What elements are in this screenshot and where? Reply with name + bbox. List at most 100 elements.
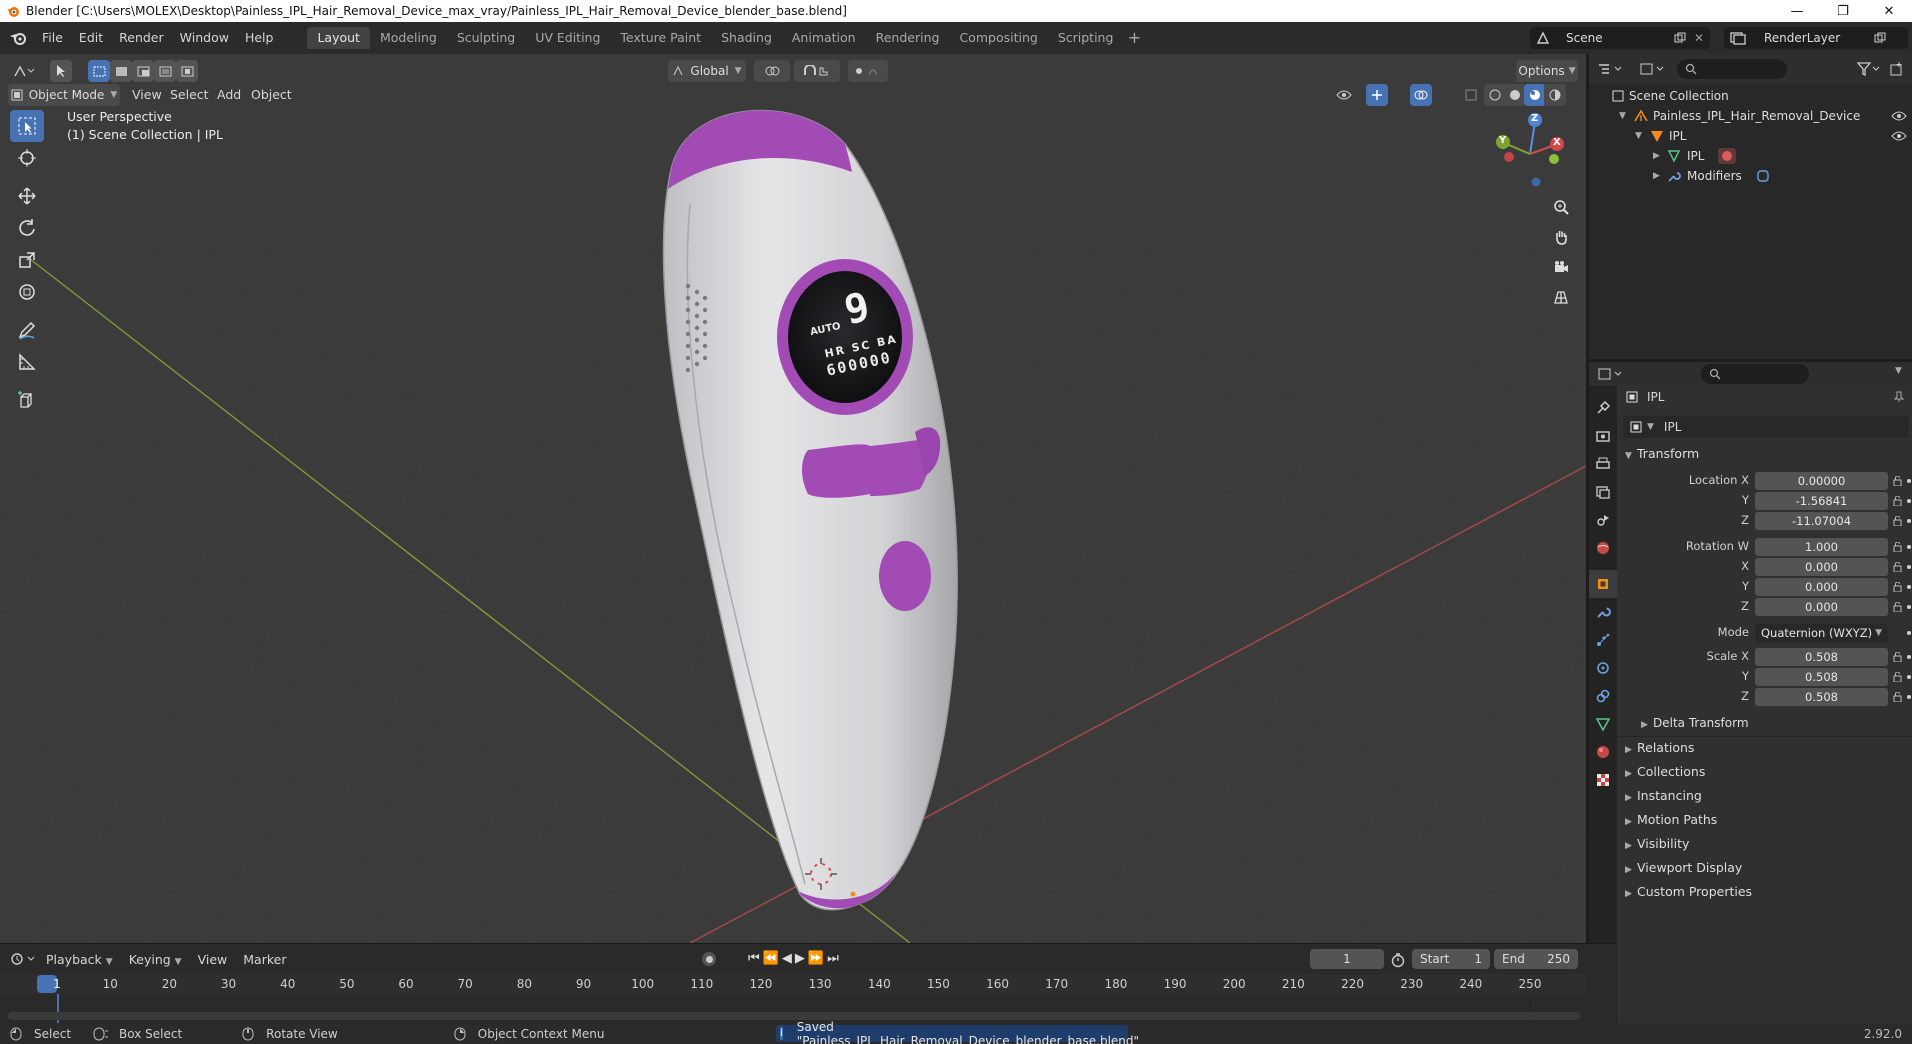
tab-data[interactable] xyxy=(1589,710,1617,738)
object-mode-dropdown[interactable]: Object Mode ▼ xyxy=(8,84,120,106)
shading-solid[interactable] xyxy=(1504,84,1526,106)
outliner-row-object[interactable]: ▼ IPL xyxy=(1635,126,1909,146)
menu-edit[interactable]: Edit xyxy=(71,27,111,49)
lock-icon[interactable] xyxy=(1893,652,1902,662)
menu-window[interactable]: Window xyxy=(172,27,237,49)
tab-modifiers[interactable] xyxy=(1589,598,1617,626)
viewport-menu-object[interactable]: Object xyxy=(251,84,292,106)
keyframe-dot[interactable] xyxy=(1907,565,1911,569)
outliner-row-modifiers[interactable]: ▶ Modifiers xyxy=(1653,166,1770,186)
menu-file[interactable]: File xyxy=(34,27,71,49)
timeline-scrollbar[interactable] xyxy=(8,1012,1580,1020)
tab-rendering[interactable]: Rendering xyxy=(866,27,950,49)
lock-icon[interactable] xyxy=(1893,496,1902,506)
playback-controls[interactable]: ⏮⏪◀▶⏩⏭ xyxy=(748,951,842,966)
keyframe-dot[interactable] xyxy=(1907,655,1911,659)
gizmo-toggle[interactable] xyxy=(1366,84,1388,106)
tab-constraints[interactable] xyxy=(1589,682,1617,710)
delete-scene-icon[interactable]: ✕ xyxy=(1694,31,1704,45)
measure-tool[interactable] xyxy=(10,346,44,378)
pin-icon[interactable] xyxy=(1893,391,1905,403)
tab-particles[interactable] xyxy=(1589,626,1617,654)
visibility-eye-icon[interactable] xyxy=(1891,130,1907,142)
section-custom-properties[interactable]: ▶ Custom Properties xyxy=(1625,884,1752,899)
rotation-mode-dropdown[interactable]: Quaternion (WXYZ) ▼ xyxy=(1755,624,1888,642)
end-frame-field[interactable]: End 250 xyxy=(1494,949,1578,969)
scale-tool[interactable] xyxy=(10,244,44,276)
location-x-field[interactable]: 0.00000 xyxy=(1755,472,1888,490)
transform-tool[interactable] xyxy=(10,276,44,308)
rotation-x-field[interactable]: 0.000 xyxy=(1755,558,1888,576)
object-name-field[interactable]: ▼ IPL xyxy=(1623,416,1909,438)
mode-new-button[interactable] xyxy=(88,60,110,82)
tab-texture[interactable] xyxy=(1589,766,1617,794)
scale-x-field[interactable]: 0.508 xyxy=(1755,648,1888,666)
tab-animation[interactable]: Animation xyxy=(782,27,866,49)
options-dropdown[interactable]: Options ▼ xyxy=(1516,60,1578,82)
keyframe-dot[interactable] xyxy=(1907,585,1911,589)
copy-scene-icon[interactable] xyxy=(1674,32,1686,44)
keyframe-dot[interactable] xyxy=(1907,519,1911,523)
scale-z-field[interactable]: 0.508 xyxy=(1755,688,1888,706)
outliner-editor-icon[interactable] xyxy=(1597,62,1625,76)
outliner-row-mesh[interactable]: ▶ IPL xyxy=(1653,146,1737,166)
keyframe-dot[interactable] xyxy=(1907,499,1911,503)
3d-viewport[interactable]: 9 AUTO HR SC BA 600000 Global ▼ Options … xyxy=(0,54,1586,943)
menu-help[interactable]: Help xyxy=(237,27,282,49)
tab-texture-paint[interactable]: Texture Paint xyxy=(610,27,711,49)
mode-invert-button[interactable] xyxy=(154,60,176,82)
section-transform[interactable]: ▼ Transform xyxy=(1625,446,1699,461)
properties-panel[interactable]: ▼ IPL ▼ IPL ▼ Transform Location X 0.000… xyxy=(1589,362,1912,1023)
visibility-eye-icon[interactable] xyxy=(1891,110,1907,122)
tab-scripting[interactable]: Scripting xyxy=(1048,27,1124,49)
scene-selector[interactable]: Scene ✕ xyxy=(1530,27,1710,49)
stopwatch-icon[interactable] xyxy=(1390,952,1406,968)
rotation-w-field[interactable]: 1.000 xyxy=(1755,538,1888,556)
current-frame-field[interactable]: 1 xyxy=(1310,949,1384,969)
tab-sculpting[interactable]: Sculpting xyxy=(447,27,525,49)
tab-render[interactable] xyxy=(1589,422,1617,450)
select-box-tool[interactable] xyxy=(10,110,44,142)
tab-compositing[interactable]: Compositing xyxy=(949,27,1047,49)
device-round-button[interactable] xyxy=(879,541,931,611)
lock-icon[interactable] xyxy=(1893,602,1902,612)
timeline-menu-playback[interactable]: Playback ▼ xyxy=(38,952,121,967)
timeline-body[interactable] xyxy=(0,994,1586,1024)
keyframe-dot[interactable] xyxy=(1907,675,1911,679)
minimize-button[interactable]: — xyxy=(1774,0,1820,22)
outliner-search-input[interactable] xyxy=(1677,59,1787,79)
tab-material[interactable] xyxy=(1589,738,1617,766)
viewport-scene[interactable] xyxy=(0,54,1586,943)
timeline-editor-icon[interactable] xyxy=(10,952,38,966)
tab-object[interactable] xyxy=(1589,570,1617,598)
status-report[interactable]: i Saved "Painless_IPL_Hair_Removal_Devic… xyxy=(776,1020,1139,1044)
keyframe-dot[interactable] xyxy=(1907,479,1911,483)
grid-perspective-icon[interactable] xyxy=(1548,284,1574,310)
location-y-field[interactable]: -1.56841 xyxy=(1755,492,1888,510)
lock-icon[interactable] xyxy=(1893,672,1902,682)
display-mode-icon[interactable] xyxy=(1639,62,1667,76)
keyframe-dot[interactable] xyxy=(1907,631,1911,635)
transform-orientation-dropdown[interactable]: Global ▼ xyxy=(668,60,746,82)
mode-subtract-button[interactable] xyxy=(132,60,154,82)
close-button[interactable]: ✕ xyxy=(1866,0,1912,22)
add-cube-tool[interactable] xyxy=(10,384,44,416)
mode-extend-button[interactable] xyxy=(110,60,132,82)
zoom-icon[interactable] xyxy=(1548,194,1574,220)
section-instancing[interactable]: ▶ Instancing xyxy=(1625,788,1702,803)
filter-icon[interactable] xyxy=(1857,61,1881,77)
cursor-tool[interactable] xyxy=(10,142,44,174)
record-button[interactable] xyxy=(702,952,716,966)
blender-menu-icon[interactable] xyxy=(4,27,34,49)
timeline-editor[interactable]: Playback ▼ Keying ▼ View Marker ⏮⏪◀▶⏩⏭ 1… xyxy=(0,943,1616,1024)
tab-modeling[interactable]: Modeling xyxy=(370,27,447,49)
lock-icon[interactable] xyxy=(1893,476,1902,486)
tab-uv-editing[interactable]: UV Editing xyxy=(525,27,610,49)
timeline-menu-marker[interactable]: Marker xyxy=(235,952,294,967)
tab-shading[interactable]: Shading xyxy=(711,27,782,49)
section-relations[interactable]: ▶ Relations xyxy=(1625,740,1694,755)
properties-search-input[interactable] xyxy=(1701,364,1809,384)
mode-intersect-button[interactable] xyxy=(176,60,198,82)
section-visibility[interactable]: ▶ Visibility xyxy=(1625,836,1689,851)
lock-icon[interactable] xyxy=(1893,516,1902,526)
